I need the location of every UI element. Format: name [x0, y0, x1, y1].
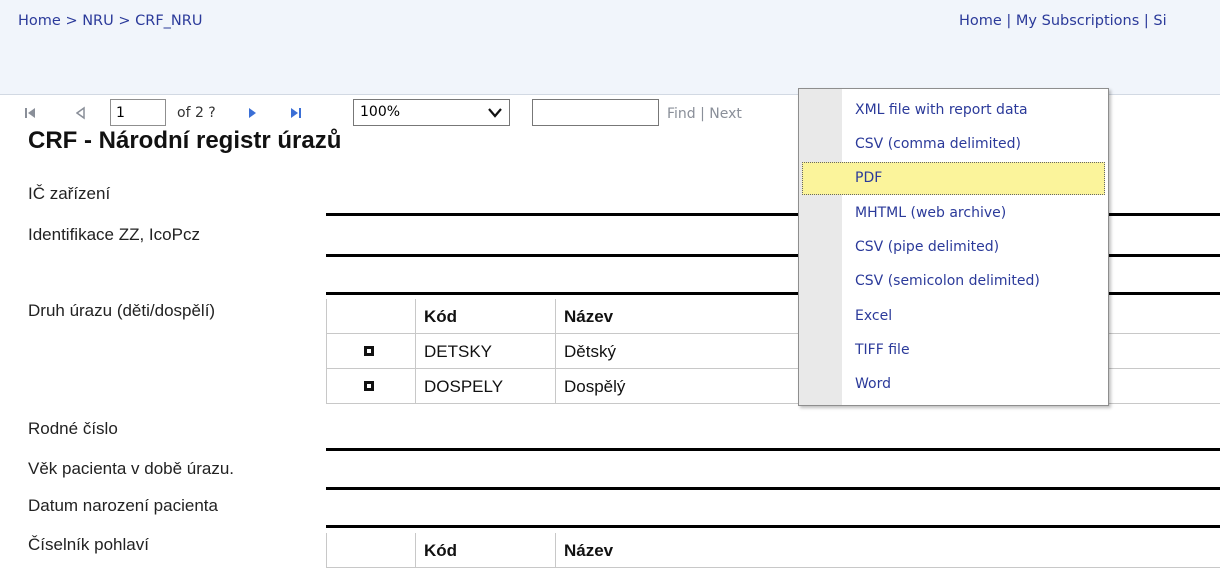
last-page-icon[interactable]	[290, 106, 302, 120]
prev-page-icon[interactable]	[76, 106, 86, 120]
field-underline	[326, 525, 1220, 528]
field-underline	[326, 487, 1220, 490]
column-header-nazev: Název	[555, 533, 855, 567]
top-links[interactable]: Home | My Subscriptions | Si	[959, 13, 1167, 29]
cell-kod: DETSKY	[415, 334, 555, 368]
report-title: CRF - Národní registr úrazů	[28, 127, 342, 154]
zoom-select[interactable]: 100%	[353, 99, 510, 126]
menu-item-word[interactable]: Word	[802, 368, 1105, 401]
cell-kod: DOSPELY	[415, 369, 555, 403]
column-header-kod: Kód	[415, 533, 555, 567]
find-input[interactable]	[532, 99, 659, 126]
bullet-icon	[364, 381, 374, 391]
label-ic-zarizeni: IČ zařízení	[28, 184, 111, 203]
field-underline	[326, 448, 1220, 451]
table-header-row: Kód Název	[327, 533, 1220, 568]
page-count-label: of 2 ?	[177, 105, 216, 121]
next-page-icon[interactable]	[247, 106, 257, 120]
export-format-menu: XML file with report data CSV (comma del…	[798, 88, 1109, 406]
label-rodne-cislo: Rodné číslo	[28, 419, 118, 438]
zoom-value: 100%	[360, 104, 401, 120]
menu-item-pdf[interactable]: PDF	[802, 162, 1105, 195]
menu-item-csv-pipe[interactable]: CSV (pipe delimited)	[802, 231, 1105, 264]
breadcrumb-separator: >	[65, 13, 78, 29]
pohlavi-table: Kód Název	[326, 533, 1220, 568]
breadcrumb-home[interactable]: Home	[18, 13, 61, 29]
label-identifikace: Identifikace ZZ, IcoPcz	[28, 225, 200, 244]
label-ciselnik-pohlavi: Číselník pohlaví	[28, 535, 149, 554]
menu-item-tiff[interactable]: TIFF file	[802, 334, 1105, 367]
breadcrumb: Home > NRU > CRF_NRU	[18, 13, 202, 29]
label-vek-pacienta: Věk pacienta v době úrazu.	[28, 459, 235, 478]
chevron-down-icon	[488, 108, 502, 118]
menu-item-excel[interactable]: Excel	[802, 300, 1105, 333]
menu-item-mhtml[interactable]: MHTML (web archive)	[802, 197, 1105, 230]
find-next-links[interactable]: Find | Next	[667, 106, 742, 122]
label-datum-narozeni: Datum narození pacienta	[28, 496, 218, 515]
breadcrumb-crf-nru: CRF_NRU	[135, 13, 203, 29]
breadcrumb-separator: >	[118, 13, 131, 29]
breadcrumb-nru[interactable]: NRU	[82, 13, 114, 29]
first-page-icon[interactable]	[24, 106, 36, 120]
top-bar: Home > NRU > CRF_NRU Home | My Subscript…	[0, 0, 1220, 45]
page-number-input[interactable]	[110, 99, 166, 126]
menu-item-csv-semicolon[interactable]: CSV (semicolon delimited)	[802, 265, 1105, 298]
bullet-icon	[364, 346, 374, 356]
menu-item-xml[interactable]: XML file with report data	[802, 94, 1105, 127]
menu-item-csv-comma[interactable]: CSV (comma delimited)	[802, 128, 1105, 161]
column-header-kod: Kód	[415, 299, 555, 333]
label-druh-urazu: Druh úrazu (děti/dospělí)	[28, 301, 216, 320]
